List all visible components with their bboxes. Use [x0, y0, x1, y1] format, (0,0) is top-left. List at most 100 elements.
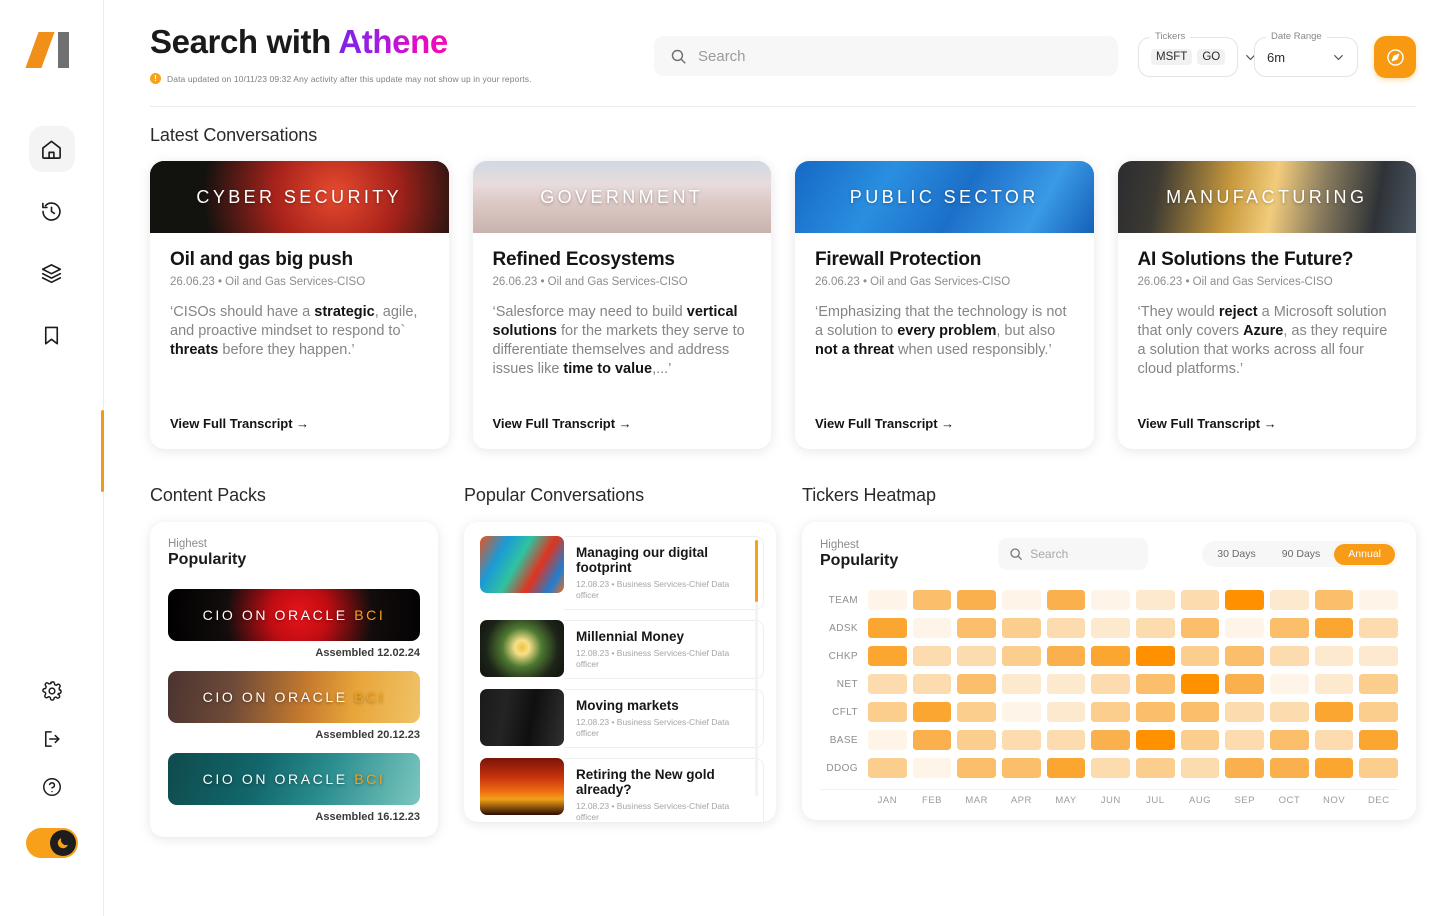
- heatmap-cell[interactable]: [1002, 674, 1041, 694]
- heatmap-cell[interactable]: [868, 702, 907, 722]
- heatmap-cell[interactable]: [1091, 674, 1130, 694]
- heatmap-cell[interactable]: [1315, 618, 1354, 638]
- dark-mode-toggle[interactable]: [26, 828, 78, 858]
- heatmap-cell[interactable]: [1359, 590, 1398, 610]
- list-item[interactable]: Millennial Money 12.08.23 • Business Ser…: [480, 620, 764, 679]
- heatmap-cell[interactable]: [1315, 702, 1354, 722]
- heatmap-cell[interactable]: [1359, 758, 1398, 778]
- heatmap-cell[interactable]: [1136, 646, 1175, 666]
- heatmap-cell[interactable]: [913, 702, 952, 722]
- heatmap-cell[interactable]: [1359, 730, 1398, 750]
- heatmap-cell[interactable]: [1091, 646, 1130, 666]
- heatmap-cell[interactable]: [1270, 646, 1309, 666]
- ticker-chip-1[interactable]: GO: [1197, 49, 1225, 65]
- heatmap-cell[interactable]: [868, 618, 907, 638]
- heatmap-cell[interactable]: [1136, 730, 1175, 750]
- content-pack-item[interactable]: CIO ON ORACLE BCI Assembled 16.12.23: [168, 753, 420, 823]
- range-option-annual[interactable]: Annual: [1334, 544, 1395, 565]
- heatmap-cell[interactable]: [957, 758, 996, 778]
- heatmap-cell[interactable]: [1002, 646, 1041, 666]
- heatmap-cell[interactable]: [1181, 590, 1220, 610]
- heatmap-cell[interactable]: [1270, 618, 1309, 638]
- heatmap-cell[interactable]: [1225, 702, 1264, 722]
- heatmap-cell[interactable]: [1002, 618, 1041, 638]
- range-option-90-days[interactable]: 90 Days: [1270, 544, 1333, 565]
- heatmap-cell[interactable]: [1359, 674, 1398, 694]
- heatmap-cell[interactable]: [1181, 618, 1220, 638]
- heatmap-cell[interactable]: [1047, 702, 1086, 722]
- heatmap-cell[interactable]: [1315, 646, 1354, 666]
- tickers-select[interactable]: Tickers MSFT GO: [1138, 37, 1238, 77]
- heatmap-cell[interactable]: [868, 758, 907, 778]
- view-full-transcript-link[interactable]: View Full Transcript →: [473, 416, 772, 449]
- heatmap-cell[interactable]: [1315, 674, 1354, 694]
- heatmap-cell[interactable]: [1181, 674, 1220, 694]
- heatmap-cell[interactable]: [1181, 646, 1220, 666]
- heatmap-cell[interactable]: [1002, 702, 1041, 722]
- heatmap-cell[interactable]: [913, 618, 952, 638]
- content-pack-banner[interactable]: CIO ON ORACLE BCI: [168, 671, 420, 723]
- heatmap-cell[interactable]: [1315, 590, 1354, 610]
- heatmap-cell[interactable]: [1225, 730, 1264, 750]
- heatmap-cell[interactable]: [1047, 590, 1086, 610]
- heatmap-cell[interactable]: [1136, 618, 1175, 638]
- heatmap-cell[interactable]: [1359, 618, 1398, 638]
- range-option-30-days[interactable]: 30 Days: [1205, 544, 1268, 565]
- sidebar-item-bookmarks[interactable]: [29, 312, 75, 358]
- heatmap-cell[interactable]: [1225, 674, 1264, 694]
- content-pack-banner[interactable]: CIO ON ORACLE BCI: [168, 753, 420, 805]
- heatmap-cell[interactable]: [1047, 618, 1086, 638]
- heatmap-cell[interactable]: [1002, 758, 1041, 778]
- sidebar-item-settings[interactable]: [41, 680, 63, 702]
- heatmap-cell[interactable]: [868, 646, 907, 666]
- heatmap-cell[interactable]: [1225, 590, 1264, 610]
- conversation-card[interactable]: PUBLIC SECTOR Firewall Protection 26.06.…: [795, 161, 1094, 449]
- heatmap-cell[interactable]: [1181, 730, 1220, 750]
- heatmap-cell[interactable]: [1047, 674, 1086, 694]
- heatmap-cell[interactable]: [868, 730, 907, 750]
- heatmap-cell[interactable]: [913, 730, 952, 750]
- heatmap-cell[interactable]: [1270, 758, 1309, 778]
- heatmap-cell[interactable]: [1047, 730, 1086, 750]
- heatmap-cell[interactable]: [1181, 758, 1220, 778]
- heatmap-cell[interactable]: [957, 646, 996, 666]
- search-input[interactable]: [698, 48, 1102, 65]
- conversation-card[interactable]: GOVERNMENT Refined Ecosystems 26.06.23 •…: [473, 161, 772, 449]
- heatmap-cell[interactable]: [1225, 646, 1264, 666]
- view-full-transcript-link[interactable]: View Full Transcript →: [150, 416, 449, 449]
- heatmap-cell[interactable]: [1136, 590, 1175, 610]
- heatmap-cell[interactable]: [1136, 758, 1175, 778]
- heatmap-cell[interactable]: [1091, 618, 1130, 638]
- sidebar-item-history[interactable]: [29, 188, 75, 234]
- heatmap-cell[interactable]: [1091, 702, 1130, 722]
- heatmap-cell[interactable]: [913, 590, 952, 610]
- sidebar-item-home[interactable]: [29, 126, 75, 172]
- heatmap-cell[interactable]: [1091, 590, 1130, 610]
- heatmap-search[interactable]: [998, 538, 1148, 570]
- heatmap-cell[interactable]: [1359, 646, 1398, 666]
- heatmap-cell[interactable]: [957, 618, 996, 638]
- heatmap-cell[interactable]: [868, 590, 907, 610]
- heatmap-cell[interactable]: [957, 590, 996, 610]
- heatmap-cell[interactable]: [1270, 590, 1309, 610]
- heatmap-cell[interactable]: [1270, 730, 1309, 750]
- heatmap-cell[interactable]: [957, 730, 996, 750]
- heatmap-cell[interactable]: [1047, 646, 1086, 666]
- heatmap-search-input[interactable]: [1030, 547, 1137, 561]
- explore-button[interactable]: [1374, 36, 1416, 78]
- heatmap-cell[interactable]: [1181, 702, 1220, 722]
- heatmap-cell[interactable]: [913, 674, 952, 694]
- heatmap-cell[interactable]: [1047, 758, 1086, 778]
- list-item[interactable]: Retiring the New gold already? 12.08.23 …: [480, 758, 764, 822]
- heatmap-cell[interactable]: [913, 758, 952, 778]
- conversation-card[interactable]: MANUFACTURING AI Solutions the Future? 2…: [1118, 161, 1417, 449]
- heatmap-cell[interactable]: [1315, 758, 1354, 778]
- heatmap-cell[interactable]: [1136, 702, 1175, 722]
- athene-logo[interactable]: [28, 28, 76, 72]
- heatmap-cell[interactable]: [1270, 702, 1309, 722]
- global-search[interactable]: [654, 36, 1118, 76]
- list-item[interactable]: Moving markets 12.08.23 • Business Servi…: [480, 689, 764, 748]
- heatmap-cell[interactable]: [1091, 758, 1130, 778]
- heatmap-cell[interactable]: [913, 646, 952, 666]
- heatmap-cell[interactable]: [1225, 758, 1264, 778]
